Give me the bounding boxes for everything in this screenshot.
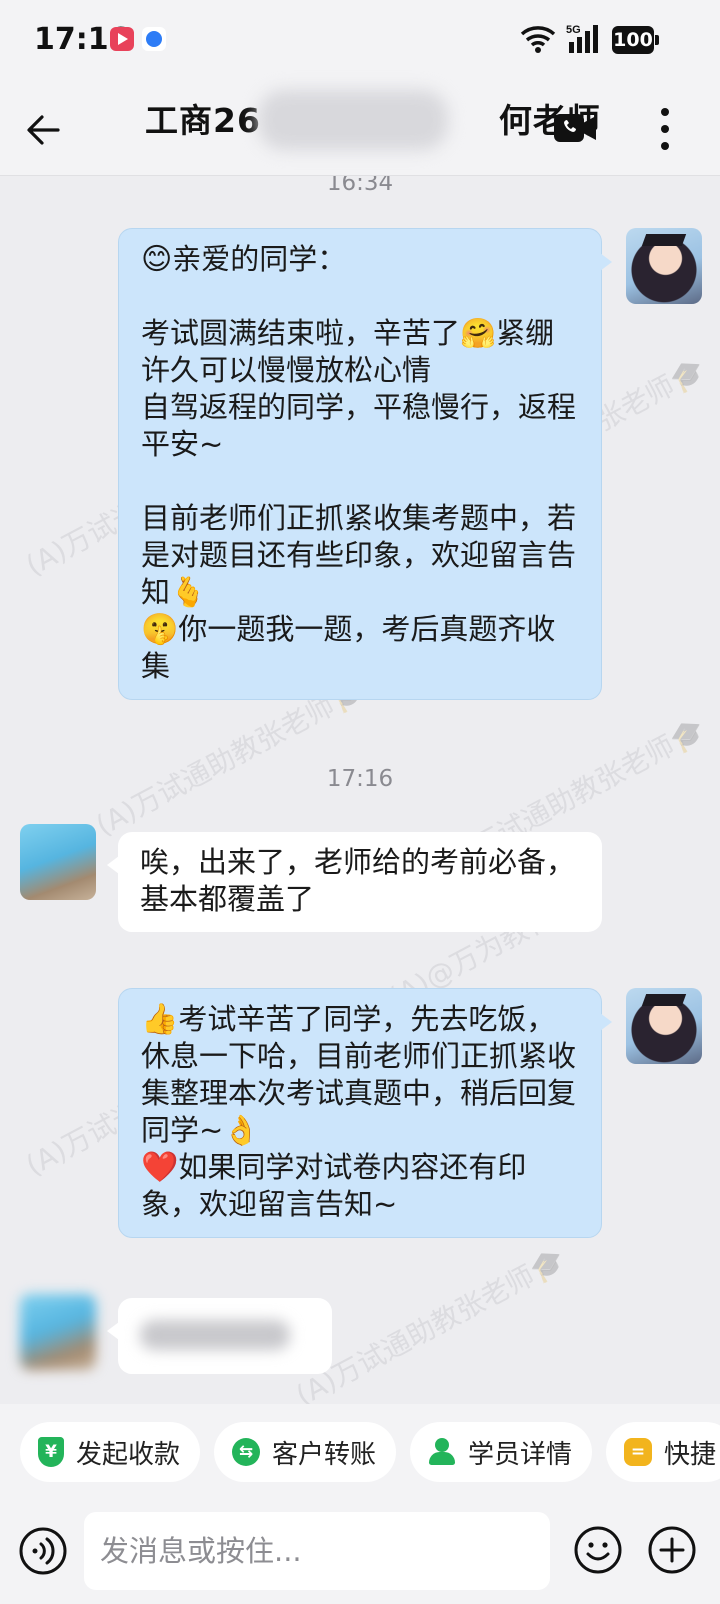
message-input[interactable] [84,1512,550,1590]
chip-label: 快捷 [664,1439,717,1470]
chat-header: 工商26 何老师 [0,80,720,176]
message-line: 考试圆满结束啦，辛苦了🤗紧绷许久可以慢慢放松心情 [141,316,555,387]
incoming-message-bubble-redacted[interactable] [107,1298,332,1374]
customer-transfer-button[interactable]: ⇆ 客户转账 [214,1422,397,1482]
status-bar: 17:16 5G 100 [0,0,720,80]
cellular-signal-icon: 5G [566,24,598,53]
plus-icon[interactable] [646,1524,698,1576]
quick-actions-bar: ¥ 发起收款 ⇆ 客户转账 学员详情 = 快捷 [0,1404,720,1502]
redacted-title-blur [258,90,448,150]
incoming-message-bubble[interactable]: 唉，出来了，老师给的考前必备，基本都覆盖了 [107,832,602,932]
outgoing-message-bubble[interactable]: 👍考试辛苦了同学，先去吃饭，休息一下哈，目前老师们正抓紧收集整理本次考试真题中，… [118,988,612,1238]
shush-emoji-icon: 🤫 [141,612,179,647]
message-timestamp: 17:16 [326,766,394,792]
message-line: 亲爱的同学： [172,242,347,276]
emoji-icon[interactable] [572,1524,624,1576]
message-line: 目前老师们正抓紧收集考题中，若是对题目还有些印象，欢迎留言告知🫰 [141,501,577,609]
chip-label: 发起收款 [76,1439,181,1470]
thumbs-up-emoji-icon: 👍 [141,1002,179,1037]
student-details-button[interactable]: 学员详情 [410,1422,593,1482]
voice-icon[interactable] [18,1526,68,1576]
payment-shield-icon: ¥ [38,1437,64,1467]
video-app-notification-icon [110,27,134,51]
smile-emoji-icon: 😊 [141,242,173,277]
start-payment-button[interactable]: ¥ 发起收款 [20,1422,201,1482]
wifi-icon [520,26,556,53]
message-line: 自驾返程的同学，平稳慢行，返程平安~ [141,390,577,461]
app-notification-icon [142,27,166,51]
message-timestamp: 16:34 [326,176,394,196]
redacted-text-blur [140,1320,290,1350]
outgoing-message-bubble[interactable]: 😊亲爱的同学： 考试圆满结束啦，辛苦了🤗紧绷许久可以慢慢放松心情 自驾返程的同学… [118,228,612,700]
chat-messages-area[interactable]: (A)万试通助教张老师🎓 (A)万试通助教张老师🎓 (A)万试通助教张老师🎓 (… [0,176,720,1404]
chip-label: 学员详情 [468,1439,573,1470]
student-profile-icon [428,1438,456,1466]
quick-reply-button[interactable]: = 快捷 [606,1422,720,1482]
quick-reply-icon: = [624,1438,652,1466]
video-call-icon[interactable] [552,110,600,146]
teacher-avatar[interactable] [626,988,702,1064]
battery-indicator: 100 [612,26,659,54]
transfer-icon: ⇆ [232,1438,260,1466]
chip-label: 客户转账 [272,1439,377,1470]
student-avatar[interactable] [20,1294,96,1370]
student-avatar[interactable] [20,824,96,900]
message-line: 如果同学对试卷内容还有印象，欢迎留言告知~ [141,1150,527,1221]
message-text: 唉，出来了，老师给的考前必备，基本都覆盖了 [140,845,576,916]
heart-emoji-icon: ❤️ [141,1150,179,1185]
message-line: 考试辛苦了同学，先去吃饭，休息一下哈，目前老师们正抓紧收集整理本次考试真题中，稍… [141,1002,577,1147]
more-vertical-icon[interactable] [650,104,680,154]
teacher-avatar[interactable] [626,228,702,304]
signal-label: 5G [566,24,581,36]
back-arrow-icon[interactable] [22,108,66,152]
message-input-bar [0,1502,720,1604]
message-line: 你一题我一题，考后真题齐收集 [141,612,556,683]
